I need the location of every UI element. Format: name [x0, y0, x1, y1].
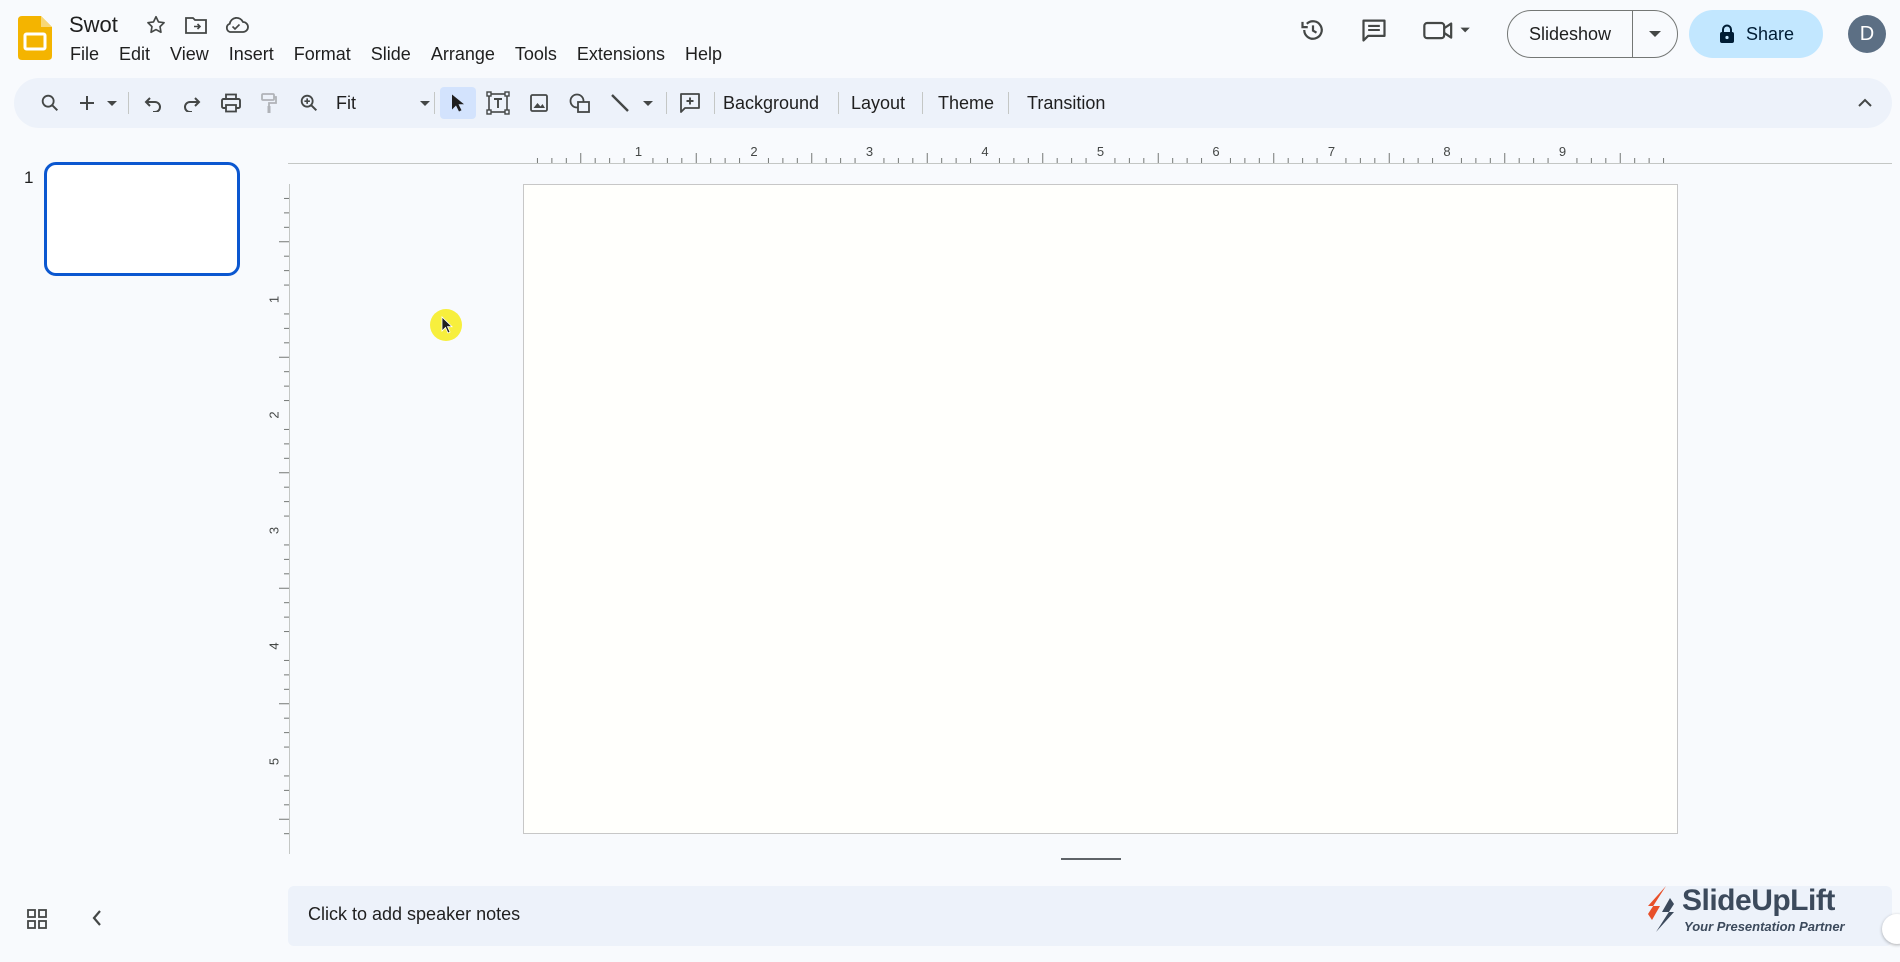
- menu-file[interactable]: File: [60, 43, 109, 65]
- insert-image-icon[interactable]: [521, 87, 557, 119]
- ruler-label: 7: [1328, 144, 1335, 159]
- menu-slide[interactable]: Slide: [361, 43, 421, 65]
- version-history-icon[interactable]: [1293, 10, 1333, 50]
- lock-icon: [1719, 24, 1734, 43]
- toolbar: Fit Background Layout Theme Transition: [14, 78, 1892, 128]
- notes-resize-handle[interactable]: [1061, 858, 1121, 860]
- menu-tools[interactable]: Tools: [505, 43, 567, 65]
- ruler-label: 4: [981, 144, 988, 159]
- comments-icon[interactable]: [1354, 10, 1394, 50]
- slides-logo-icon[interactable]: [18, 16, 52, 60]
- chevron-up-icon[interactable]: [1850, 87, 1880, 119]
- transition-button[interactable]: Transition: [1027, 87, 1105, 119]
- zoom-value: Fit: [336, 92, 356, 113]
- ruler-label: 4: [268, 642, 281, 649]
- zoom-select[interactable]: Fit: [336, 87, 430, 119]
- avatar[interactable]: D: [1848, 15, 1886, 53]
- toolbar-divider: [1008, 92, 1009, 114]
- zoom-icon[interactable]: [292, 87, 326, 119]
- ruler-label: 2: [268, 411, 281, 418]
- vertical-ruler: 1 2 3 4 5: [268, 184, 290, 854]
- menubar: File Edit View Insert Format Slide Arran…: [60, 43, 732, 65]
- menu-extensions[interactable]: Extensions: [567, 43, 675, 65]
- slideuplift-logo-icon: [1648, 886, 1674, 932]
- print-icon[interactable]: [214, 87, 248, 119]
- star-icon[interactable]: [141, 12, 171, 38]
- menu-arrange[interactable]: Arrange: [421, 43, 505, 65]
- move-folder-icon[interactable]: [181, 12, 211, 38]
- chevron-left-icon[interactable]: [90, 908, 104, 933]
- slideshow-button[interactable]: Slideshow: [1508, 11, 1633, 57]
- line-dropdown-icon[interactable]: [638, 87, 658, 119]
- ruler-label: 3: [866, 144, 873, 159]
- slideshow-button-group: Slideshow: [1507, 10, 1678, 58]
- share-label: Share: [1745, 23, 1795, 44]
- toolbar-divider: [666, 92, 667, 114]
- toolbar-divider: [128, 92, 129, 114]
- toolbar-divider: [922, 92, 923, 114]
- slideuplift-watermark: SlideUpLift Your Presentation Partner: [1640, 882, 1860, 938]
- mouse-pointer-icon: [441, 316, 453, 334]
- paint-format-icon[interactable]: [252, 87, 286, 119]
- watermark-name: SlideUpLift: [1682, 884, 1835, 917]
- slide-canvas[interactable]: [523, 184, 1678, 834]
- add-comment-icon[interactable]: [672, 87, 708, 119]
- select-tool-icon[interactable]: [440, 87, 476, 119]
- toolbar-divider: [434, 92, 435, 114]
- ruler-label: 3: [268, 527, 281, 534]
- new-slide-layout-dropdown-icon[interactable]: [102, 87, 122, 119]
- ruler-label: 9: [1559, 144, 1566, 159]
- ruler-label: 5: [268, 758, 281, 765]
- watermark-tagline: Your Presentation Partner: [1684, 919, 1845, 934]
- meet-camera-icon[interactable]: [1420, 10, 1480, 50]
- menu-help[interactable]: Help: [675, 43, 732, 65]
- cloud-saved-icon[interactable]: [221, 12, 251, 38]
- ruler-label: 1: [635, 144, 642, 159]
- speaker-notes-placeholder: Click to add speaker notes: [308, 904, 521, 924]
- search-menus-icon[interactable]: [32, 87, 68, 119]
- share-button[interactable]: Share: [1689, 10, 1823, 58]
- zoom-dropdown-icon: [420, 101, 430, 106]
- ruler-label: 5: [1097, 144, 1104, 159]
- text-box-icon[interactable]: [480, 87, 516, 119]
- menu-view[interactable]: View: [160, 43, 219, 65]
- ruler-label: 6: [1212, 144, 1219, 159]
- menu-format[interactable]: Format: [284, 43, 361, 65]
- shape-icon[interactable]: [562, 87, 598, 119]
- grid-view-icon[interactable]: [26, 908, 48, 935]
- menu-edit[interactable]: Edit: [109, 43, 160, 65]
- undo-icon[interactable]: [136, 87, 170, 119]
- redo-icon[interactable]: [175, 87, 209, 119]
- document-title[interactable]: Swot: [69, 12, 118, 38]
- toolbar-divider: [714, 92, 715, 114]
- slideshow-dropdown-icon[interactable]: [1633, 11, 1677, 57]
- theme-button[interactable]: Theme: [938, 87, 994, 119]
- new-slide-icon[interactable]: [72, 87, 102, 119]
- ruler-label: 8: [1443, 144, 1450, 159]
- layout-button[interactable]: Layout: [851, 87, 905, 119]
- line-icon[interactable]: [603, 87, 637, 119]
- slide-thumbnail[interactable]: [44, 162, 240, 276]
- toolbar-divider: [838, 92, 839, 114]
- menu-insert[interactable]: Insert: [219, 43, 284, 65]
- slide-number: 1: [24, 168, 34, 187]
- background-button[interactable]: Background: [723, 87, 819, 119]
- horizontal-ruler: 1 2 3 4 5 6 7 8 9: [288, 144, 1892, 164]
- ruler-label: 1: [268, 296, 281, 303]
- ruler-label: 2: [750, 144, 757, 159]
